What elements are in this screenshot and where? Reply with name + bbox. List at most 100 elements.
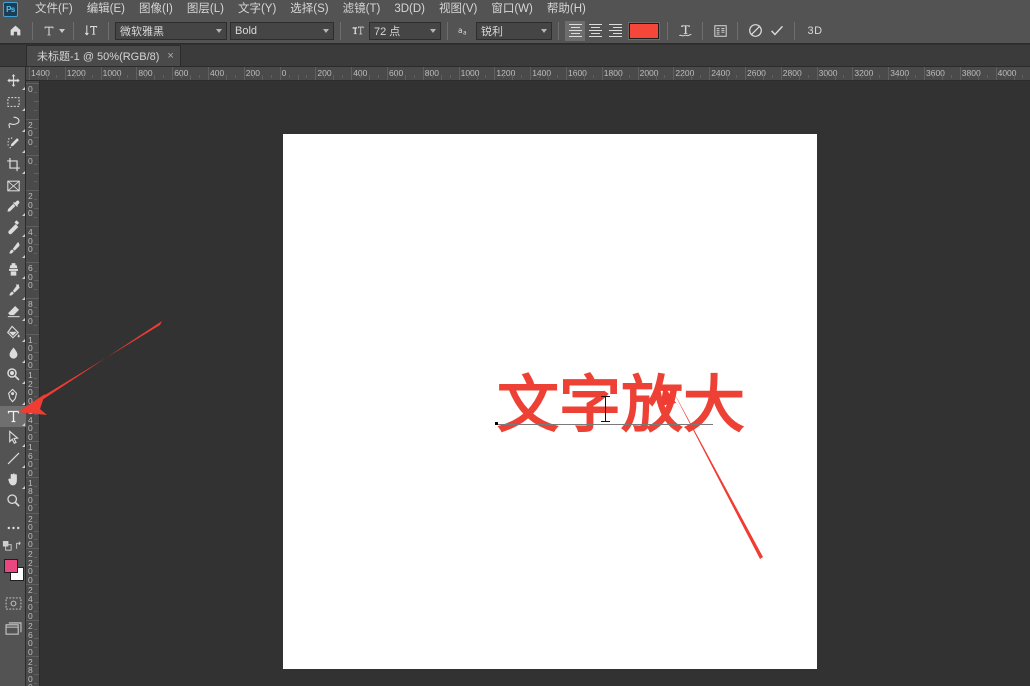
hand-tool[interactable] [0, 469, 26, 490]
tool-submenu-indicator [21, 485, 25, 489]
ruler-minor-tick [592, 75, 594, 78]
canvas-area[interactable]: 文字放大 [41, 81, 1030, 686]
align-right-button[interactable] [605, 21, 625, 41]
tool-submenu-indicator [21, 233, 25, 237]
frame-tool[interactable] [0, 175, 26, 196]
tools-panel [0, 67, 26, 686]
text-layer-content[interactable]: 文字放大 [497, 374, 745, 436]
options-divider-8 [702, 21, 703, 40]
dodge-tool[interactable] [0, 364, 26, 385]
tool-submenu-indicator [21, 422, 25, 426]
character-paragraph-panel-icon[interactable] [709, 21, 731, 41]
ruler-label: 2600 [28, 621, 33, 657]
quick-mask-icon[interactable] [0, 593, 26, 614]
pen-tool[interactable] [0, 385, 26, 406]
warp-text-icon[interactable] [674, 21, 696, 41]
ruler-minor-tick [378, 75, 380, 78]
gradient-tool[interactable] [0, 322, 26, 343]
ruler-minor-tick [34, 396, 37, 398]
ruler-minor-tick [34, 682, 37, 684]
ruler-minor-tick [861, 75, 863, 78]
type-tool[interactable] [0, 406, 26, 427]
ruler-minor-tick [395, 75, 397, 78]
tool-preset-picker[interactable] [39, 21, 67, 41]
brush-tool[interactable] [0, 238, 26, 259]
swap-and-default-colors[interactable] [0, 538, 26, 554]
menu-filter[interactable]: 滤镜(T) [336, 0, 388, 18]
ruler-minor-tick [34, 315, 39, 317]
menu-layer[interactable]: 图层(L) [180, 0, 231, 18]
tool-submenu-indicator [21, 149, 25, 153]
horizontal-ruler[interactable]: 1400 1200 1000 800 600 400 200 0 200 400 600 800 100… [26, 67, 1030, 81]
foreground-color-swatch[interactable] [4, 559, 18, 573]
ruler-minor-tick [467, 75, 469, 78]
color-swatches[interactable] [0, 557, 26, 587]
menu-view[interactable]: 视图(V) [432, 0, 484, 18]
ruler-minor-tick [127, 75, 129, 78]
ruler-minor-tick [413, 75, 415, 78]
clone-stamp-tool[interactable] [0, 259, 26, 280]
quick-selection-tool[interactable] [0, 133, 26, 154]
align-left-button[interactable] [565, 20, 585, 41]
ruler-minor-tick [34, 637, 39, 639]
svg-text:a: a [458, 26, 463, 35]
font-size-input[interactable]: 72 点 [369, 21, 441, 40]
menu-image[interactable]: 图像(I) [132, 0, 180, 18]
ruler-minor-tick [145, 75, 147, 78]
eraser-tool[interactable] [0, 301, 26, 322]
ruler-label: 400 [28, 227, 33, 255]
text-cursor-ibeam [601, 396, 610, 422]
options-divider [32, 21, 33, 40]
menu-select[interactable]: 选择(S) [283, 0, 335, 18]
healing-brush-tool[interactable] [0, 217, 26, 238]
document-tab-title: 未标题-1 @ 50%(RGB/8) [37, 51, 160, 63]
line-shape-tool[interactable] [0, 448, 26, 469]
artboard[interactable]: 文字放大 [283, 134, 817, 669]
home-icon[interactable] [4, 21, 26, 41]
ruler-minor-tick [34, 557, 37, 559]
font-family-select[interactable]: 微软雅黑 [115, 21, 227, 40]
text-orientation-icon[interactable] [80, 21, 102, 41]
ruler-minor-tick [897, 75, 899, 78]
menu-type[interactable]: 文字(Y) [231, 0, 283, 18]
document-tab[interactable]: 未标题-1 @ 50%(RGB/8) × [26, 45, 181, 66]
ruler-minor-tick [34, 628, 37, 630]
menu-help[interactable]: 帮助(H) [540, 0, 593, 18]
menu-file[interactable]: 文件(F) [28, 0, 80, 18]
move-tool[interactable] [0, 70, 26, 91]
ruler-label: 800 [28, 298, 33, 326]
ruler-label: 0 [281, 68, 287, 78]
ruler-label: 1000 [28, 334, 33, 371]
ruler-minor-tick [34, 449, 37, 451]
align-center-button[interactable] [585, 21, 605, 41]
ruler-minor-tick [574, 75, 576, 78]
commit-edit-icon[interactable] [766, 21, 788, 41]
ruler-minor-tick [34, 378, 37, 380]
text-color-swatch[interactable] [629, 22, 659, 39]
ruler-minor-tick [34, 244, 39, 246]
close-icon[interactable]: × [167, 50, 173, 62]
lasso-tool[interactable] [0, 112, 26, 133]
screen-mode-icon[interactable] [0, 618, 26, 639]
vertical-ruler[interactable]: 0200020040060080010001200140016001800200… [26, 81, 40, 686]
blur-tool[interactable] [0, 343, 26, 364]
path-selection-tool[interactable] [0, 427, 26, 448]
history-brush-tool[interactable] [0, 280, 26, 301]
menu-window[interactable]: 窗口(W) [484, 0, 540, 18]
marquee-tool[interactable] [0, 91, 26, 112]
ruler-label: 2200 [28, 549, 33, 585]
three-d-button[interactable]: 3D [801, 21, 829, 41]
ruler-minor-tick [539, 75, 541, 78]
cancel-edit-icon[interactable] [744, 21, 766, 41]
edit-toolbar-button[interactable] [0, 517, 26, 538]
menu-edit[interactable]: 编辑(E) [80, 0, 132, 18]
crop-tool[interactable] [0, 154, 26, 175]
zoom-tool[interactable] [0, 490, 26, 511]
tool-submenu-indicator [21, 128, 25, 132]
ruler-minor-tick [34, 306, 37, 308]
menu-3d[interactable]: 3D(D) [387, 0, 432, 18]
anti-alias-select[interactable]: 锐利 [476, 21, 552, 40]
font-style-select[interactable]: Bold [230, 21, 334, 40]
eyedropper-tool[interactable] [0, 196, 26, 217]
tool-submenu-indicator [21, 338, 25, 342]
